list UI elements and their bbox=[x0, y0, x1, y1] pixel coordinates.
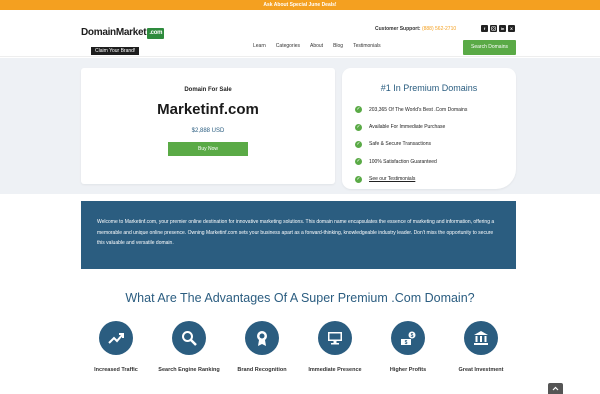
promo-banner[interactable]: Ask About Special June Deals! bbox=[0, 0, 600, 10]
domain-name: Marketinf.com bbox=[157, 101, 259, 118]
sale-label: Domain For Sale bbox=[184, 87, 232, 93]
premium-title: #1 In Premium Domains bbox=[380, 83, 478, 93]
premium-feature-list: ✓ 203,365 Of The World's Best .Com Domain… bbox=[355, 101, 516, 188]
domain-price: $2,888 USD bbox=[191, 128, 225, 134]
check-icon: ✓ bbox=[355, 175, 362, 183]
domain-description: Welcome to Marketinf.com, your premier o… bbox=[81, 201, 516, 269]
traffic-chart-icon bbox=[99, 321, 133, 355]
nav-testimonials[interactable]: Testimonials bbox=[353, 43, 381, 49]
testimonials-link[interactable]: ✓ See our Testimonials bbox=[355, 171, 516, 188]
premium-card: #1 In Premium Domains ✓ 203,365 Of The Wo… bbox=[342, 68, 516, 189]
monitor-icon bbox=[318, 321, 352, 355]
svg-text:$: $ bbox=[411, 333, 414, 339]
nav-blog[interactable]: Blog bbox=[333, 43, 343, 49]
x-icon[interactable]: X bbox=[508, 25, 515, 32]
buy-now-button[interactable]: Buy Now bbox=[168, 142, 248, 156]
list-item: ✓ 100% Satisfaction Guaranteed bbox=[355, 158, 437, 166]
check-icon: ✓ bbox=[355, 106, 362, 114]
support-phone[interactable]: (888) 562-2710 bbox=[422, 26, 456, 32]
hero-section: Domain For Sale Marketinf.com $2,888 USD… bbox=[0, 58, 600, 194]
advantages-title: What Are The Advantages Of A Super Premi… bbox=[125, 291, 475, 305]
linkedin-icon[interactable]: in bbox=[499, 25, 506, 32]
svg-text:$: $ bbox=[405, 340, 408, 346]
site-header: DomainMarket .com Claim Your Brand! Custo… bbox=[0, 10, 600, 57]
list-item: ✓ Safe & Secure Transactions bbox=[355, 140, 431, 148]
advantage-item: Increased Traffic bbox=[81, 321, 151, 375]
advantages-grid: Increased Traffic Search Engine Ranking … bbox=[81, 321, 521, 394]
advantage-item: Immediate Presence bbox=[300, 321, 370, 375]
list-item: ✓ 203,365 Of The World's Best .Com Domain… bbox=[355, 106, 468, 114]
money-icon: $ $ bbox=[391, 321, 425, 355]
check-icon: ✓ bbox=[355, 158, 362, 166]
search-domains-button[interactable]: Search Domains bbox=[463, 40, 516, 55]
check-icon: ✓ bbox=[355, 123, 362, 131]
logo-wordmark: DomainMarket .com bbox=[81, 27, 165, 39]
advantage-item: Search Engine Ranking bbox=[154, 321, 224, 375]
social-links: f in X bbox=[481, 25, 515, 32]
award-icon bbox=[245, 321, 279, 355]
search-icon bbox=[172, 321, 206, 355]
chevron-up-icon bbox=[552, 386, 559, 391]
check-icon: ✓ bbox=[355, 140, 362, 148]
logo-tagline: Claim Your Brand! bbox=[91, 47, 140, 55]
customer-support: Customer Support: (888) 562-2710 bbox=[375, 26, 457, 32]
advantage-item: Brand Recognition bbox=[227, 321, 297, 375]
domain-sale-card: Domain For Sale Marketinf.com $2,888 USD… bbox=[81, 68, 335, 184]
nav-categories[interactable]: Categories bbox=[276, 43, 300, 49]
advantage-item: Great Investment bbox=[446, 321, 516, 375]
bank-icon bbox=[464, 321, 498, 355]
nav-learn[interactable]: Learn bbox=[253, 43, 266, 49]
instagram-icon[interactable] bbox=[490, 25, 497, 32]
logo[interactable]: DomainMarket .com Claim Your Brand! bbox=[81, 27, 177, 55]
scroll-to-top-button[interactable] bbox=[548, 383, 563, 394]
advantage-item: $ $ Higher Profits bbox=[373, 321, 443, 375]
main-nav: Learn Categories About Blog Testimonials bbox=[253, 43, 381, 49]
facebook-icon[interactable]: f bbox=[481, 25, 488, 32]
list-item: ✓ Available For Immediate Purchase bbox=[355, 123, 446, 131]
nav-about[interactable]: About bbox=[310, 43, 323, 49]
